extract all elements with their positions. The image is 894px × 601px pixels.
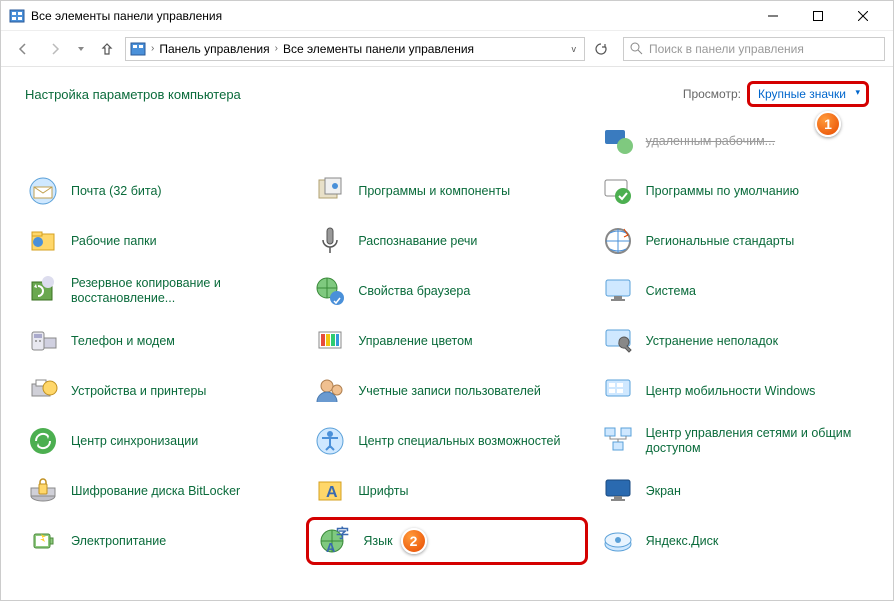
breadcrumb[interactable]: Все элементы панели управления: [281, 42, 476, 56]
chevron-right-icon: ›: [272, 43, 281, 54]
breadcrumb[interactable]: Панель управления: [157, 42, 271, 56]
chevron-down-icon[interactable]: v: [568, 44, 581, 54]
grid-item-programs-features[interactable]: Программы и компоненты: [306, 167, 587, 215]
grid-item-work-folders[interactable]: Рабочие папки: [19, 217, 300, 265]
grid-item-user-accounts[interactable]: Учетные записи пользователей: [306, 367, 587, 415]
items-grid: удаленным рабочим... Почта (32 бита) Про…: [1, 117, 893, 575]
grid-item-devices-printers[interactable]: Устройства и принтеры: [19, 367, 300, 415]
close-button[interactable]: [840, 1, 885, 30]
grid-item-backup[interactable]: Резервное копирование и восстановление..…: [19, 267, 300, 315]
grid-item-yandex-disk[interactable]: Яндекс.Диск: [594, 517, 875, 565]
up-button[interactable]: [93, 35, 121, 63]
address-bar[interactable]: › Панель управления › Все элементы панел…: [125, 37, 585, 61]
annotation-badge-2: 2: [401, 528, 427, 554]
grid-item-speech[interactable]: Распознавание речи: [306, 217, 587, 265]
nav-toolbar: › Панель управления › Все элементы панел…: [1, 31, 893, 67]
svg-text:字: 字: [336, 526, 349, 541]
control-panel-icon: [130, 41, 146, 57]
view-dropdown[interactable]: Крупные значки: [747, 81, 869, 107]
grid-item-network-sharing[interactable]: Центр управления сетями и общим доступом: [594, 417, 875, 465]
view-label: Просмотр:: [683, 87, 741, 101]
grid-item-language[interactable]: 字A Язык 2: [306, 517, 587, 565]
grid-item-mail[interactable]: Почта (32 бита): [19, 167, 300, 215]
maximize-button[interactable]: [795, 1, 840, 30]
grid-item-internet-options[interactable]: Свойства браузера: [306, 267, 587, 315]
grid-item-phone-modem[interactable]: Телефон и модем: [19, 317, 300, 365]
search-placeholder: Поиск в панели управления: [649, 42, 804, 56]
grid-item-default-programs[interactable]: Программы по умолчанию: [594, 167, 875, 215]
search-icon: [630, 42, 643, 55]
page-title: Настройка параметров компьютера: [25, 87, 241, 102]
grid-item-troubleshooting[interactable]: Устранение неполадок: [594, 317, 875, 365]
view-selector: Просмотр: Крупные значки: [683, 81, 869, 107]
grid-item-color-management[interactable]: Управление цветом: [306, 317, 587, 365]
grid-item-ease-of-access[interactable]: Центр специальных возможностей: [306, 417, 587, 465]
titlebar: Все элементы панели управления: [1, 1, 893, 31]
control-panel-icon: [9, 8, 25, 24]
grid-item-system[interactable]: Система: [594, 267, 875, 315]
content-header: Настройка параметров компьютера Просмотр…: [1, 67, 893, 117]
grid-item-display[interactable]: Экран: [594, 467, 875, 515]
forward-button[interactable]: [41, 35, 69, 63]
svg-text:A: A: [326, 540, 336, 555]
svg-text:A: A: [326, 484, 338, 501]
search-input[interactable]: Поиск в панели управления: [623, 37, 885, 61]
chevron-right-icon: ›: [148, 43, 157, 54]
back-button[interactable]: [9, 35, 37, 63]
grid-item-remote-truncated[interactable]: удаленным рабочим...: [594, 117, 875, 165]
minimize-button[interactable]: [750, 1, 795, 30]
grid-item-mobility-center[interactable]: Центр мобильности Windows: [594, 367, 875, 415]
refresh-button[interactable]: [589, 37, 613, 61]
grid-item-region[interactable]: Региональные стандарты: [594, 217, 875, 265]
grid-item-power[interactable]: Электропитание: [19, 517, 300, 565]
grid-item-fonts[interactable]: AШрифты: [306, 467, 587, 515]
window-title: Все элементы панели управления: [31, 9, 750, 23]
grid-item-sync-center[interactable]: Центр синхронизации: [19, 417, 300, 465]
grid-item-bitlocker[interactable]: Шифрование диска BitLocker: [19, 467, 300, 515]
recent-dropdown[interactable]: [73, 35, 89, 63]
